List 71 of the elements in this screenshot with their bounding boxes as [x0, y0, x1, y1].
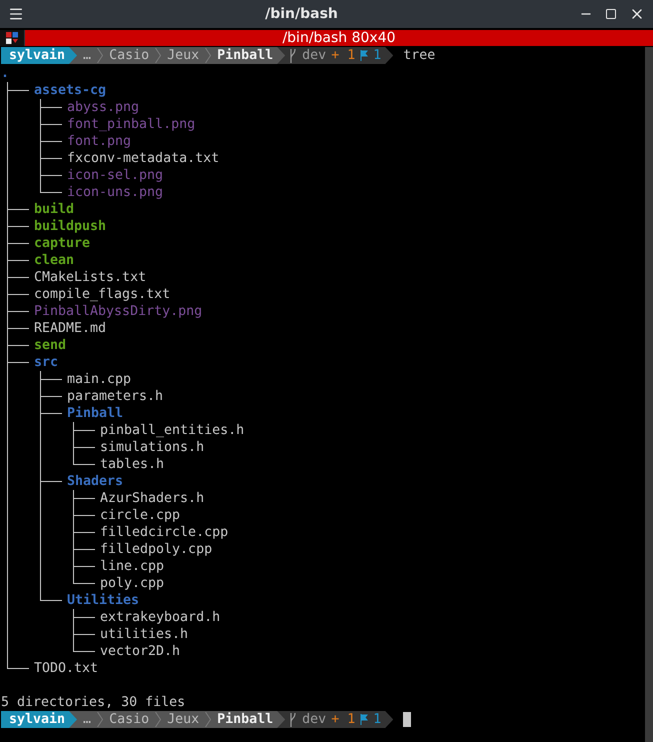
staged-count: + 1 — [331, 711, 356, 728]
path-part: … — [83, 711, 92, 728]
terminal-grid-icon — [6, 32, 18, 44]
directory-name: Pinball — [67, 405, 124, 422]
branch-name: dev — [302, 711, 326, 728]
file-name: circle.cpp — [100, 507, 180, 524]
flag-count: 1 — [373, 47, 382, 64]
path-part: Jeux — [167, 711, 200, 728]
file-name: CMakeLists.txt — [34, 269, 146, 286]
file-name: icon-sel.png — [67, 167, 164, 184]
file-name: parameters.h — [67, 388, 164, 405]
menu-icon — [8, 6, 24, 22]
file-name: icon-uns.png — [67, 184, 164, 201]
flag-count: 1 — [373, 711, 382, 728]
maximize-icon — [605, 8, 617, 20]
path-part: Casio — [109, 711, 150, 728]
directory-name: Shaders — [67, 473, 124, 490]
maximize-button[interactable] — [603, 6, 619, 22]
directory-name: src — [34, 354, 58, 371]
scrollbar[interactable] — [645, 47, 653, 742]
file-name: font_pinball.png — [67, 116, 196, 133]
chevron-icon — [205, 712, 212, 727]
file-name: TODO.txt — [34, 660, 98, 677]
file-name: font.png — [67, 133, 132, 150]
file-name: tables.h — [100, 456, 164, 473]
directory-name: . — [1, 66, 10, 81]
file-name: filledpoly.cpp — [100, 541, 212, 558]
file-name: PinballAbyssDirty.png — [34, 303, 202, 320]
prompt-user: sylvain — [1, 711, 78, 728]
file-name: poly.cpp — [100, 575, 164, 592]
chevron-icon — [155, 712, 162, 727]
path-part: Pinball — [217, 47, 274, 64]
staged-count: + 1 — [331, 47, 356, 64]
flag-icon — [360, 50, 368, 61]
file-name: AzurShaders.h — [100, 490, 204, 507]
file-name: main.cpp — [67, 371, 132, 388]
path-part: Casio — [109, 47, 150, 64]
path-part: Jeux — [167, 47, 200, 64]
branch-icon — [289, 712, 298, 726]
file-name: capture — [34, 235, 90, 252]
file-name: build — [34, 201, 74, 218]
file-name: utilities.h — [100, 626, 188, 643]
file-name: README.md — [34, 320, 106, 337]
terminal-tab[interactable]: /bin/bash 80x40 — [25, 30, 653, 46]
file-name: vector2D.h — [100, 643, 180, 660]
chevron-icon — [97, 48, 104, 63]
directory-name: Utilities — [67, 592, 140, 609]
file-name: extrakeyboard.h — [100, 609, 220, 626]
file-name: compile_flags.txt — [34, 286, 170, 303]
file-name: simulations.h — [100, 439, 204, 456]
chevron-icon — [155, 48, 162, 63]
file-name: fxconv-metadata.txt — [67, 150, 220, 167]
file-name: line.cpp — [100, 558, 164, 575]
branch-name: dev — [302, 47, 326, 64]
path-part: Pinball — [217, 711, 274, 728]
file-name: send — [34, 337, 66, 354]
window-title: /bin/bash — [264, 6, 339, 22]
summary-text: 5 directories, 30 files — [1, 694, 186, 711]
file-name: abyss.png — [67, 99, 140, 116]
prompt-user: sylvain — [1, 47, 78, 64]
directory-name: assets-cg — [34, 82, 106, 99]
chevron-icon — [97, 712, 104, 727]
file-name: filledcircle.cpp — [100, 524, 228, 541]
chevron-icon — [205, 48, 212, 63]
file-name: clean — [34, 252, 74, 269]
file-name: buildpush — [34, 218, 106, 235]
path-part: … — [83, 47, 92, 64]
branch-icon — [289, 48, 298, 62]
flag-icon — [360, 714, 368, 725]
file-name: pinball_entities.h — [100, 422, 244, 439]
command-text: tree — [403, 47, 436, 64]
